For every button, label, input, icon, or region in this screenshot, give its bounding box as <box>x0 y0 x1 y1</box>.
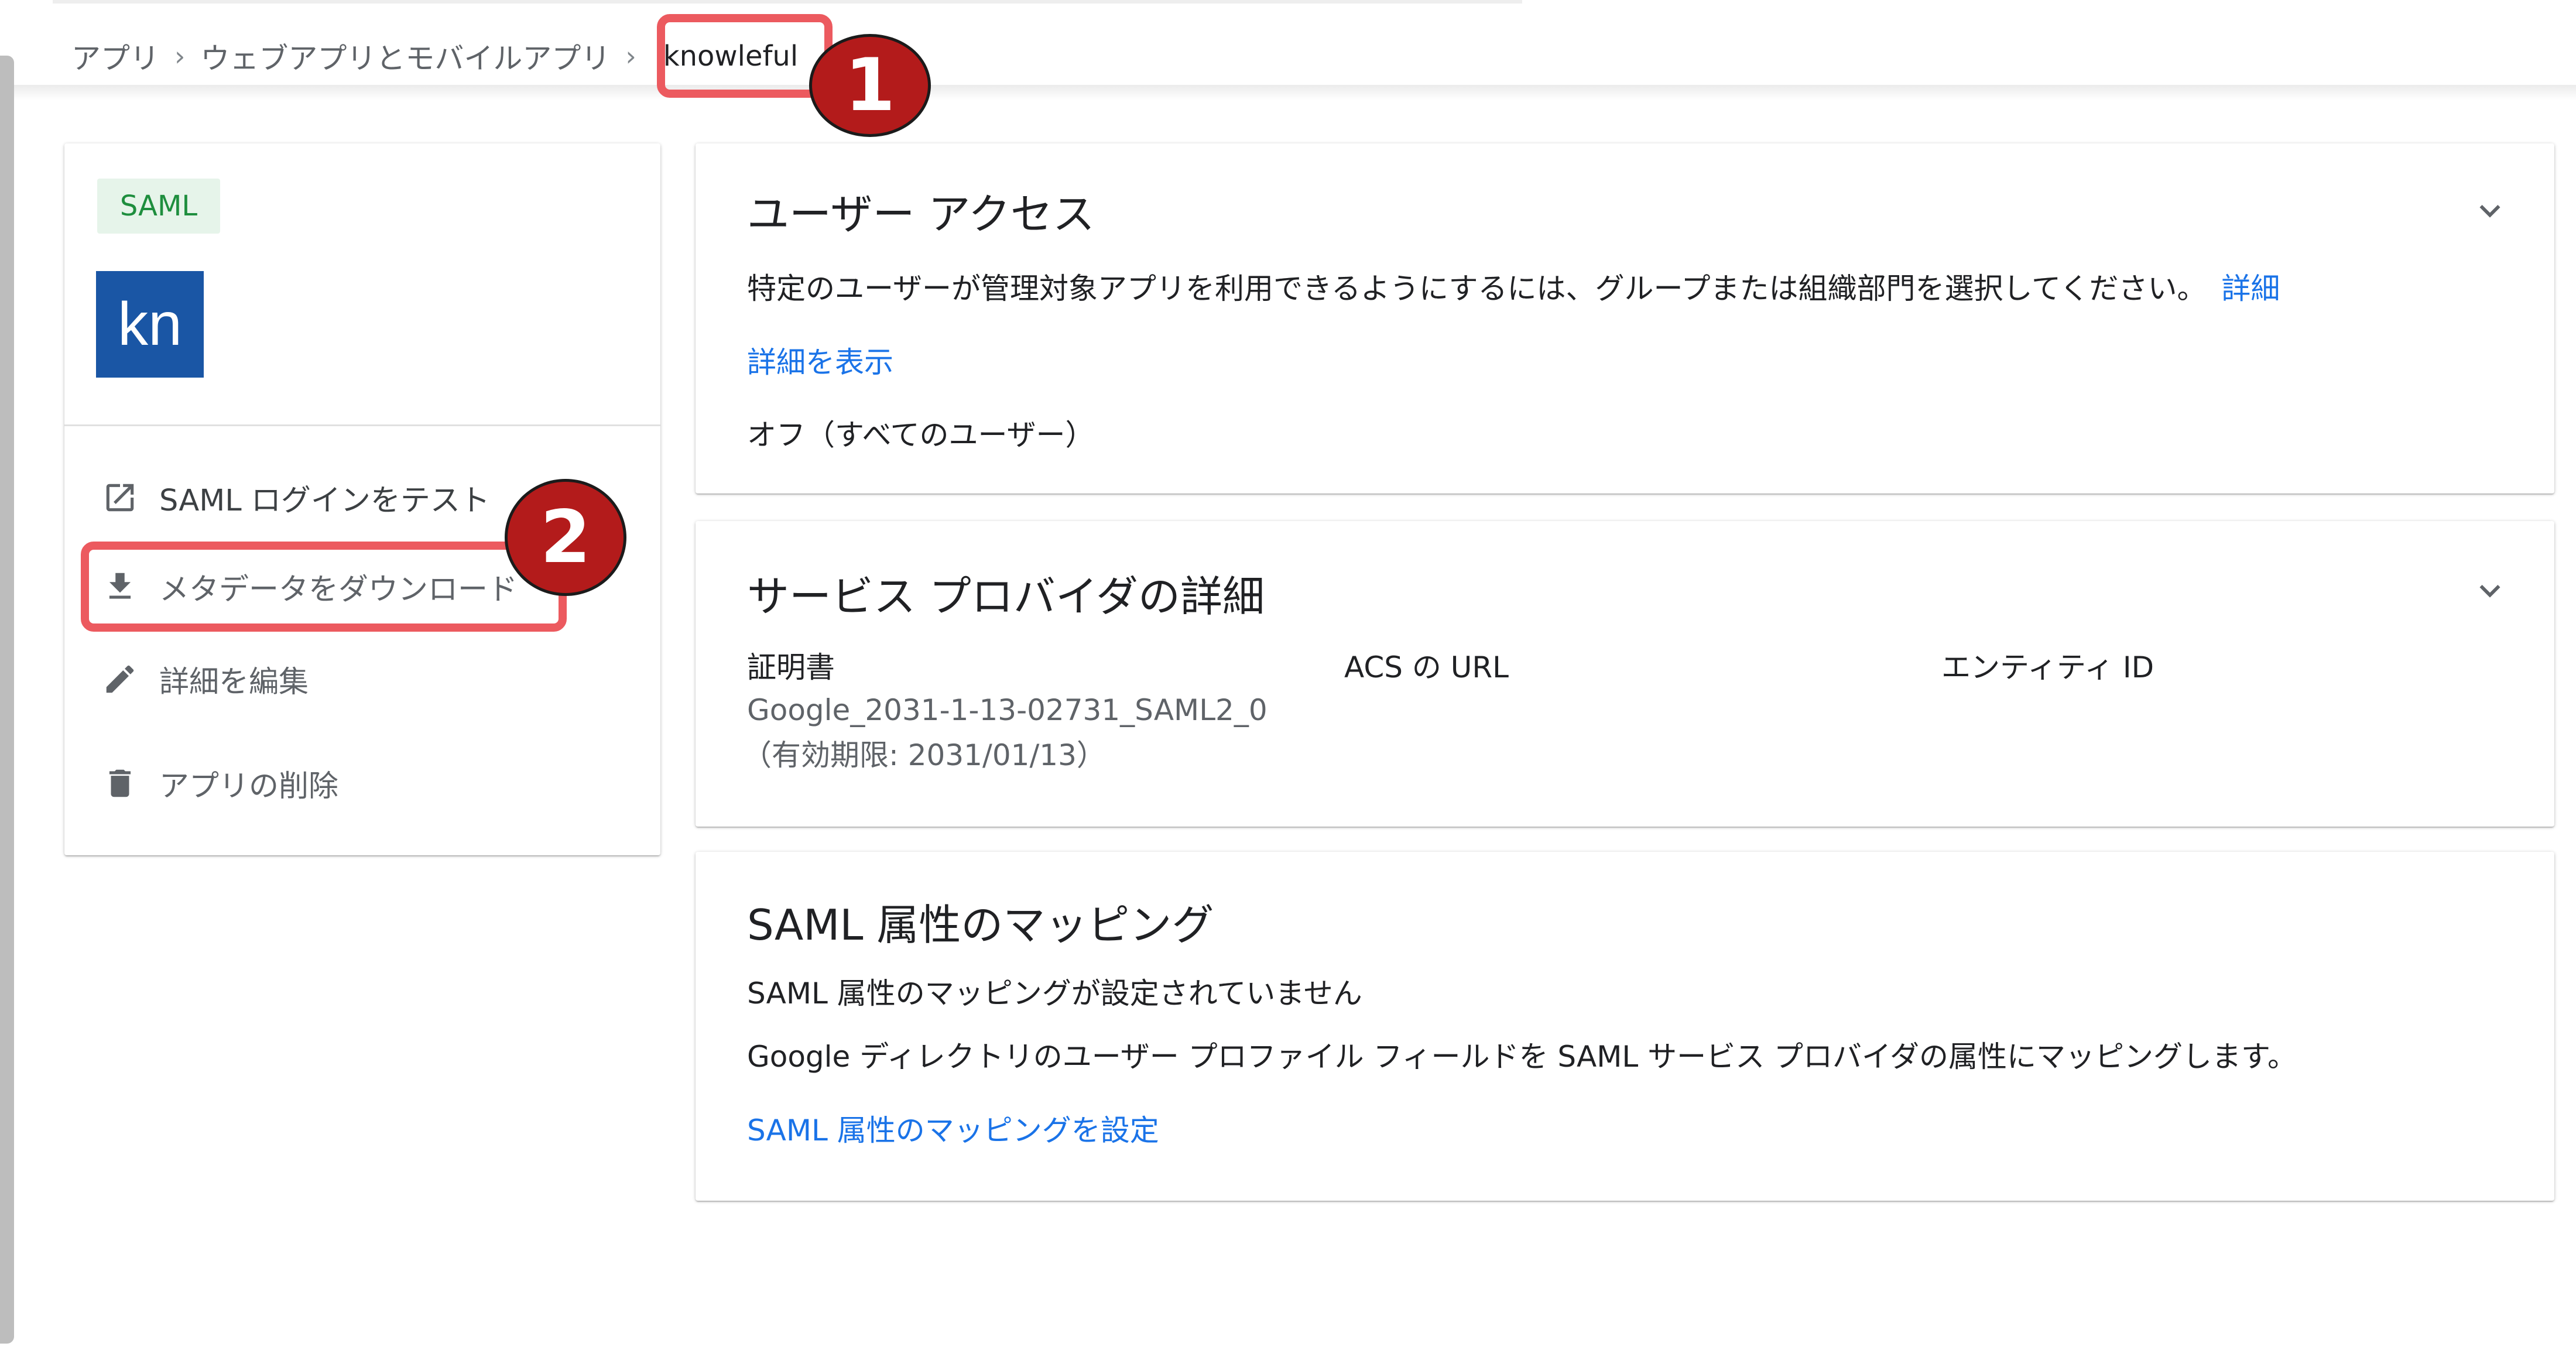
test-saml-login-button[interactable]: SAML ログインをテスト <box>102 471 490 524</box>
user-access-card[interactable]: ユーザー アクセス 特定のユーザーが管理対象アプリを利用できるようにするには、グ… <box>696 143 2554 494</box>
entity-id-label: エンティティ ID <box>1941 650 2154 684</box>
attribute-mapping-status: SAML 属性のマッピングが設定されていません <box>747 977 1362 1010</box>
app-type-chip: SAML <box>97 179 220 234</box>
chevron-down-icon[interactable] <box>2469 190 2510 231</box>
app-logo: kn <box>96 271 204 378</box>
certificate-expiry: （有効期限: 2031/01/13） <box>742 738 1106 772</box>
pencil-icon <box>106 665 134 693</box>
page-scrollbar[interactable] <box>0 56 14 1344</box>
user-access-description-row: 特定のユーザーが管理対象アプリを利用できるようにするには、グループまたは組織部門… <box>747 265 2280 307</box>
breadcrumb-separator-icon: › <box>625 40 636 72</box>
show-details-link[interactable]: 詳細を表示 <box>747 339 893 381</box>
header-shadow <box>14 85 2576 100</box>
breadcrumb-item-web-mobile-apps[interactable]: ウェブアプリとモバイルアプリ <box>200 35 610 77</box>
service-provider-title: サービス プロバイダの詳細 <box>747 572 1265 621</box>
breadcrumb-separator-icon: › <box>174 40 186 72</box>
divider <box>64 424 660 426</box>
attribute-mapping-card: SAML 属性のマッピング SAML 属性のマッピングが設定されていません Go… <box>696 852 2554 1201</box>
delete-app-button[interactable]: アプリの削除 <box>102 757 338 810</box>
open-in-new-icon <box>106 484 134 512</box>
attribute-mapping-title: SAML 属性のマッピング <box>747 900 1214 950</box>
user-access-title: ユーザー アクセス <box>747 190 1095 239</box>
user-access-details-link[interactable]: 詳細 <box>2221 272 2280 306</box>
chevron-down-icon[interactable] <box>2469 570 2510 611</box>
certificate-name: Google_2031-1-13-02731_SAML2_0 <box>747 693 1268 727</box>
user-access-status: オフ（すべてのユーザー） <box>747 418 1095 452</box>
user-access-description: 特定のユーザーが管理対象アプリを利用できるようにするには、グループまたは組織部門… <box>747 272 2207 306</box>
top-strip <box>53 0 1522 4</box>
annotation-highlight-2 <box>81 542 567 632</box>
delete-app-label: アプリの削除 <box>159 769 339 804</box>
edit-details-label: 詳細を編集 <box>159 665 309 700</box>
test-saml-login-label: SAML ログインをテスト <box>159 484 490 518</box>
attribute-mapping-description: Google ディレクトリのユーザー プロファイル フィールドを SAML サー… <box>747 1040 2297 1074</box>
trash-icon <box>109 769 131 797</box>
service-provider-card[interactable]: サービス プロバイダの詳細 証明書 ACS の URL エンティティ ID Go… <box>696 521 2554 827</box>
annotation-highlight-1 <box>657 14 833 98</box>
breadcrumb-item-apps[interactable]: アプリ <box>71 35 159 77</box>
configure-attribute-mapping-link[interactable]: SAML 属性のマッピングを設定 <box>747 1107 1159 1149</box>
annotation-badge-1: 1 <box>809 34 931 137</box>
certificate-label: 証明書 <box>747 650 835 684</box>
acs-url-label: ACS の URL <box>1344 650 1509 684</box>
edit-details-button[interactable]: 詳細を編集 <box>102 653 309 705</box>
annotation-badge-2: 2 <box>505 479 626 596</box>
